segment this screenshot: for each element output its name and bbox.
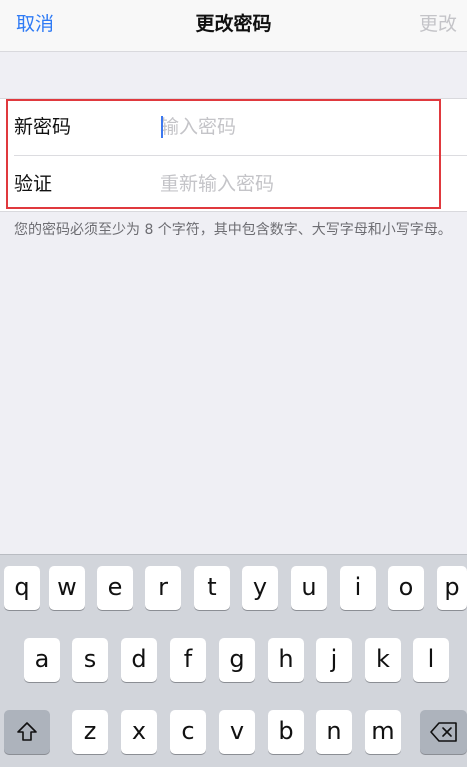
key-n[interactable]: n [316,710,352,754]
shift-key[interactable] [4,710,50,754]
change-button[interactable]: 更改 [419,10,457,38]
key-v[interactable]: v [219,710,255,754]
key-h[interactable]: h [268,638,304,682]
key-z[interactable]: z [72,710,108,754]
delete-icon [429,722,457,742]
new-password-label: 新密码 [14,116,72,138]
keyboard: q w e r t y u i o p a s d f g h j k l z … [0,554,467,767]
text-cursor [161,116,163,138]
page-title: 更改密码 [195,13,272,35]
key-t[interactable]: t [194,566,230,610]
key-c[interactable]: c [170,710,206,754]
key-a[interactable]: a [24,638,60,682]
key-f[interactable]: f [170,638,206,682]
key-w[interactable]: w [49,566,85,610]
key-s[interactable]: s [72,638,108,682]
key-p[interactable]: p [437,566,467,610]
verify-row[interactable]: 验证 [0,156,467,212]
key-r[interactable]: r [145,566,181,610]
key-q[interactable]: q [4,566,40,610]
key-i[interactable]: i [340,566,376,610]
password-requirements-hint: 您的密码必须至少为 8 个字符，其中包含数字、大写字母和小写字母。 [14,222,452,238]
new-password-row[interactable]: 新密码 [0,99,467,155]
key-y[interactable]: y [242,566,278,610]
key-g[interactable]: g [219,638,255,682]
key-k[interactable]: k [365,638,401,682]
key-e[interactable]: e [97,566,133,610]
key-u[interactable]: u [291,566,327,610]
new-password-input[interactable] [160,109,450,145]
key-x[interactable]: x [121,710,157,754]
navigation-bar: 取消 更改密码 更改 [0,0,467,52]
password-form: 新密码 验证 [0,98,467,212]
shift-icon [17,722,37,741]
key-j[interactable]: j [316,638,352,682]
verify-password-input[interactable] [160,166,450,202]
key-m[interactable]: m [365,710,401,754]
verify-label: 验证 [14,173,53,195]
key-b[interactable]: b [268,710,304,754]
key-d[interactable]: d [121,638,157,682]
delete-key[interactable] [420,710,467,754]
key-o[interactable]: o [388,566,424,610]
key-l[interactable]: l [413,638,449,682]
